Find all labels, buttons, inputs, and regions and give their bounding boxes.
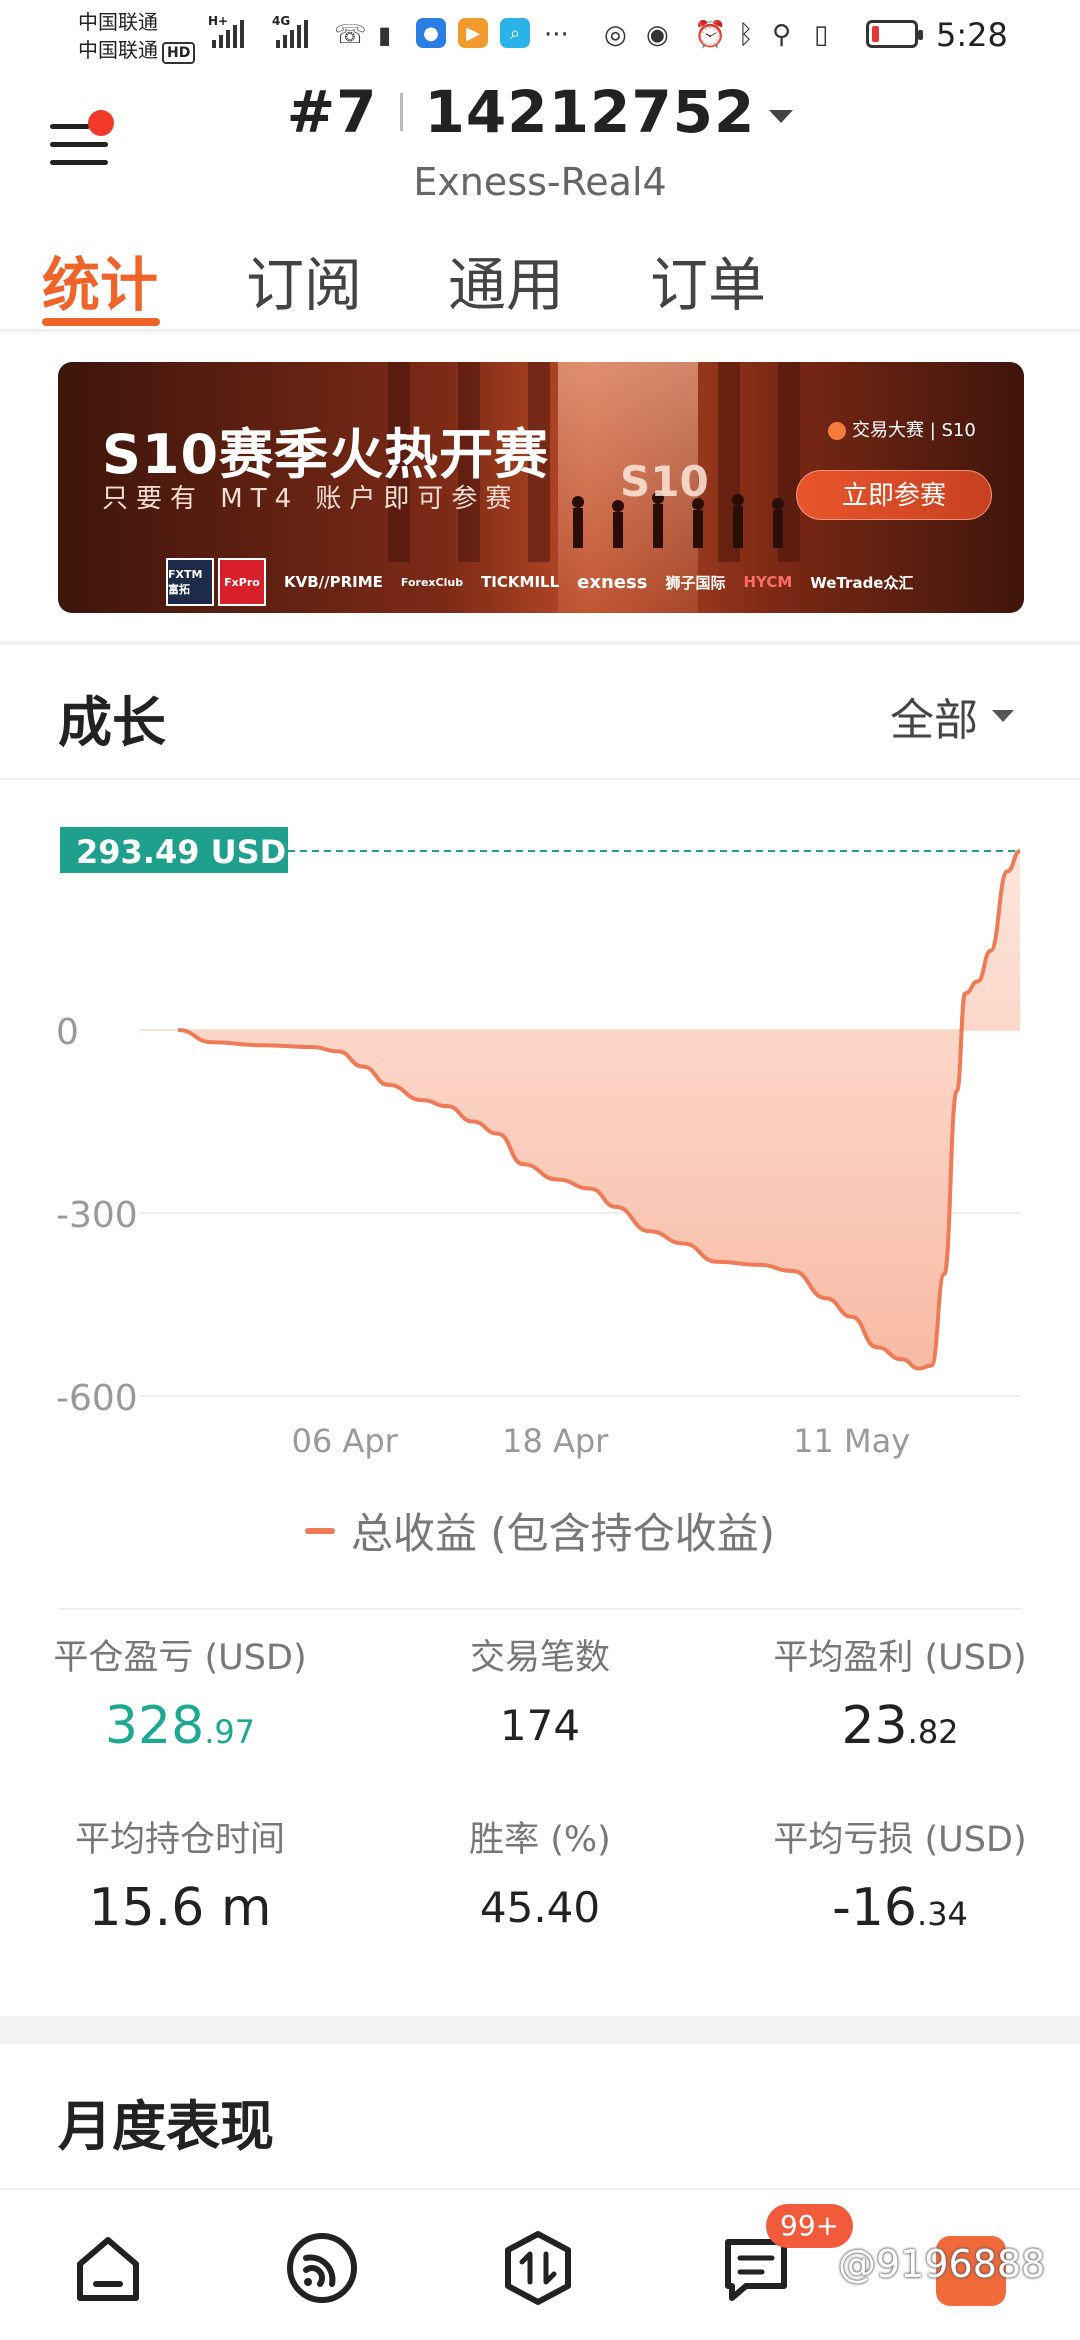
server-name: Exness-Real4 (413, 160, 667, 204)
stat-label: 平均持仓时间 (74, 1820, 285, 1860)
avg-hold-time-stat: 平均持仓时间 15.6 m (0, 1818, 360, 1946)
period-filter-label: 全部 (890, 695, 978, 746)
video-app-icon: ▶ (458, 18, 488, 48)
data-saver-icon: ◎ (604, 20, 627, 50)
stat-value: -16.34 (832, 1878, 968, 1938)
sponsor-logo: HYCM (743, 573, 793, 591)
section-divider (58, 1608, 1022, 1610)
sponsor-logo: exness (577, 571, 648, 593)
section-divider (0, 641, 1080, 645)
alarm-icon: ⏰ (694, 20, 727, 50)
status-bar: 中国联通 中国联通 HD H+ 4G ☏ ▮ ● ▶ ⌕ ··· ◎ ◉ ⏰ ᛒ … (0, 0, 1080, 70)
chevron-down-icon (992, 710, 1014, 722)
search-app-icon: ⌕ (500, 18, 530, 48)
trade-icon[interactable] (498, 2228, 578, 2308)
stat-label: 平均盈利 (USD) (773, 1638, 1027, 1678)
sponsor-logo: WeTrade众汇 (810, 573, 914, 592)
tab-bar: 统计 订阅 通用 订单 (0, 232, 1080, 332)
chevron-down-icon (769, 109, 794, 123)
hd-badge: HD (162, 42, 196, 64)
missed-call-icon: ☏ (334, 20, 367, 50)
watermark: @9196888 (838, 2242, 1046, 2286)
account-switcher[interactable]: #7 14212752 (0, 78, 1080, 146)
sponsor-logo: FXTM 富拓 (166, 558, 214, 606)
signal-icon: H+ (208, 14, 244, 48)
sponsor-logo: ForexClub (400, 575, 464, 589)
sponsor-logo: FxPro (218, 558, 266, 606)
banner-s10-mark: S10 (620, 457, 709, 506)
growth-chart-svg: 0 -300 -600 293.49 USD 06 Apr 18 Apr 11 May (56, 826, 1021, 1460)
account-prefix: #7 (286, 78, 378, 146)
location-icon: ⚲ (772, 20, 792, 50)
notification-icon: ▮ (378, 21, 392, 49)
stat-value: 15.6 m (88, 1878, 272, 1938)
chart-legend[interactable]: 总收益 (包含持仓收益) (0, 1500, 1080, 1561)
vibrate-icon: ▯ (814, 20, 829, 50)
signal-icon: 4G (272, 14, 308, 48)
tab-orders[interactable]: 订单 (650, 238, 766, 322)
area-fill (178, 850, 1020, 1369)
tab-stats[interactable]: 统计 (42, 238, 158, 322)
current-value-label: 293.49 USD (76, 833, 286, 871)
carrier-info: 中国联通 中国联通 HD (78, 8, 196, 64)
legend-swatch (304, 1527, 335, 1534)
stat-value: 174 (499, 1701, 581, 1750)
promo-banner[interactable]: S10赛季火热开赛 只要有 MT4 账户即可参赛 S10 交易大赛 | S10 … (58, 362, 1024, 613)
carrier-1: 中国联通 (78, 10, 158, 34)
brand-logo-icon (828, 422, 846, 440)
section-divider (0, 778, 1080, 780)
stat-label: 平仓盈亏 (USD) (53, 1638, 307, 1678)
network-type-2: 4G (272, 14, 291, 28)
y-tick-label: 0 (56, 1012, 79, 1053)
period-filter[interactable]: 全部 (890, 684, 1014, 748)
stat-label: 平均亏损 (USD) (773, 1820, 1027, 1860)
tab-subscribe[interactable]: 订阅 (246, 238, 362, 322)
battery-icon (866, 20, 923, 48)
join-now-button[interactable]: 立即参赛 (796, 470, 992, 520)
carrier-2: 中国联通 (78, 38, 158, 62)
banner-subtitle: 只要有 MT4 账户即可参赛 (102, 484, 520, 514)
monthly-performance-title: 月度表现 (58, 2095, 274, 2158)
sponsor-logos: FXTM 富拓 FxPro KVB//PRIME ForexClub TICKM… (166, 558, 913, 606)
tab-general[interactable]: 通用 (448, 238, 564, 322)
stat-label: 交易笔数 (469, 1638, 610, 1678)
sponsor-logo: 狮子国际 (665, 573, 726, 592)
account-number: 14212752 (424, 78, 756, 146)
home-icon[interactable] (68, 2228, 148, 2308)
status-time: 5:28 (936, 16, 1008, 54)
growth-chart[interactable]: 0 -300 -600 293.49 USD 06 Apr 18 Apr 11 May (0, 790, 1080, 1570)
legend-label: 总收益 (包含持仓收益) (350, 1509, 776, 1558)
x-tick-label: 11 May (793, 1422, 910, 1460)
stat-value: 45.40 (479, 1883, 601, 1932)
trade-count-stat: 交易笔数 174 (360, 1636, 720, 1761)
y-tick-label: -600 (56, 1378, 138, 1419)
signals-icon[interactable] (282, 2228, 362, 2308)
app-notification-icon: ● (416, 18, 446, 48)
section-gap (0, 2016, 1080, 2044)
win-rate-stat: 胜率 (%) 45.40 (360, 1818, 720, 1943)
growth-title: 成长 (58, 691, 166, 754)
y-tick-label: -300 (56, 1195, 138, 1236)
stat-value: 328.97 (104, 1696, 256, 1756)
avg-profit-stat: 平均盈利 (USD) 23.82 (720, 1636, 1080, 1764)
active-tab-indicator (42, 318, 160, 326)
eye-comfort-icon: ◉ (646, 20, 669, 50)
x-tick-label: 06 Apr (292, 1422, 399, 1460)
closed-pnl-stat: 平仓盈亏 (USD) 328.97 (0, 1636, 360, 1764)
network-type-1: H+ (208, 14, 229, 28)
sponsor-logo: TICKMILL (481, 573, 560, 591)
stat-value: 23.82 (841, 1696, 959, 1756)
avg-loss-stat: 平均亏损 (USD) -16.34 (720, 1818, 1080, 1946)
sponsor-logo: KVB//PRIME (284, 573, 383, 591)
x-tick-label: 18 Apr (502, 1422, 609, 1460)
stat-label: 胜率 (%) (469, 1820, 611, 1860)
bluetooth-icon: ᛒ (738, 20, 754, 50)
more-notifications-icon: ··· (544, 20, 569, 50)
banner-brand: 交易大赛 | S10 (828, 416, 976, 442)
